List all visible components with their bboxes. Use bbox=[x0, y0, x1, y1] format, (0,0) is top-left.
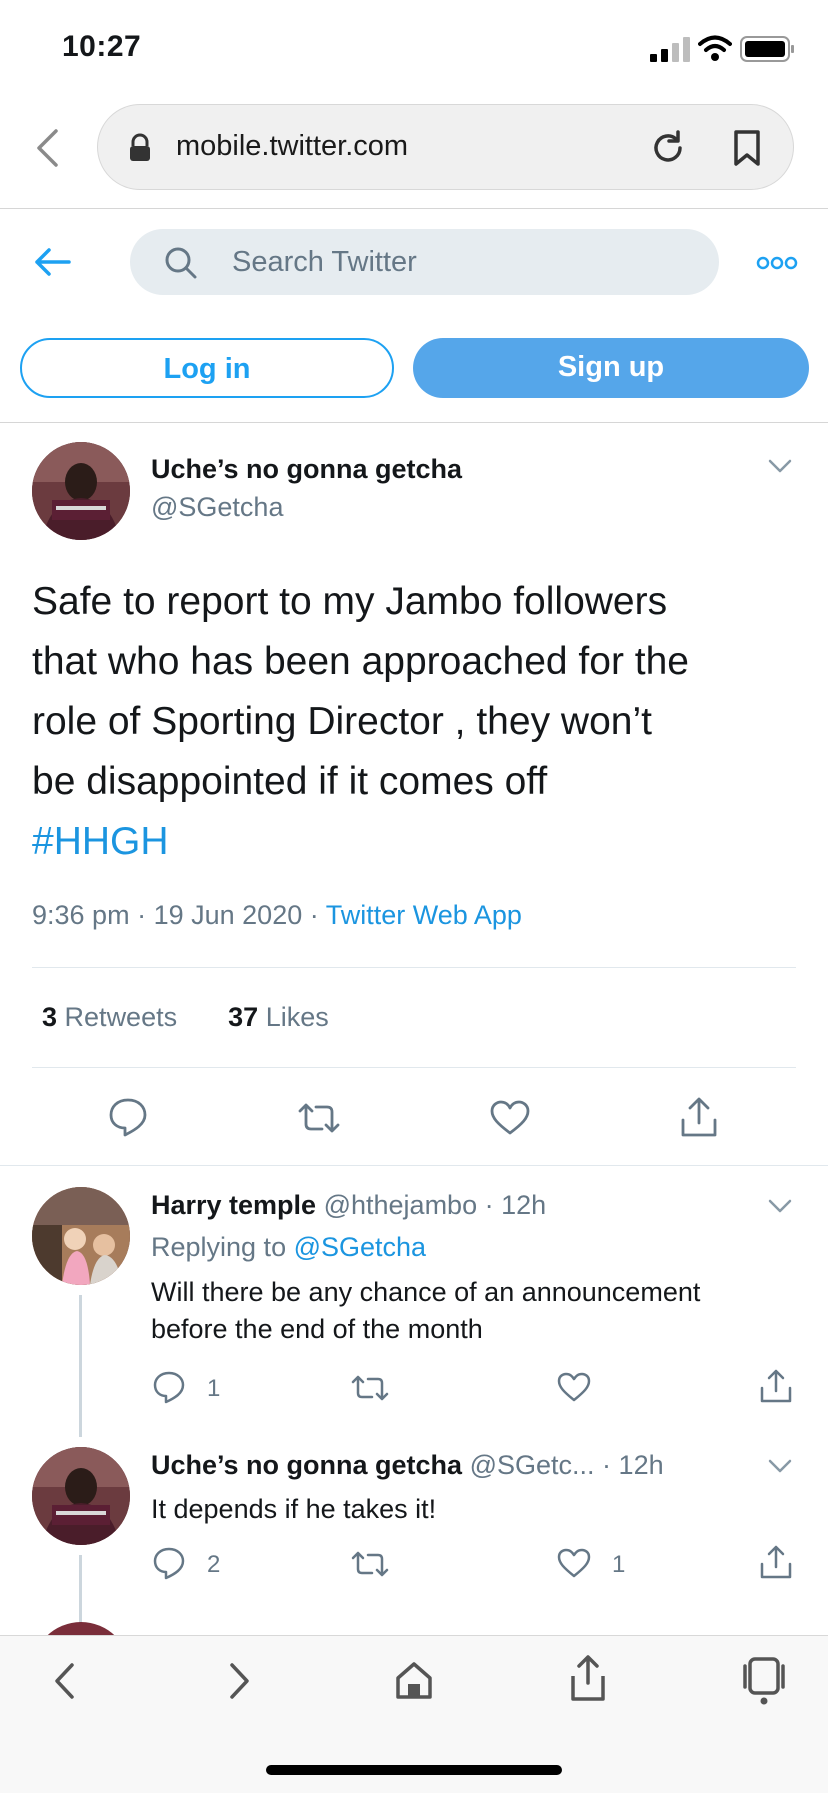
share-icon[interactable] bbox=[679, 1096, 719, 1138]
divider bbox=[0, 422, 828, 423]
likes-stat[interactable]: 37 Likes bbox=[228, 1002, 329, 1032]
tweet-text-line: be disappointed if it comes off bbox=[32, 760, 548, 803]
browser-back-icon[interactable] bbox=[52, 1662, 76, 1700]
back-arrow-icon[interactable] bbox=[33, 246, 71, 278]
reply-icon[interactable] bbox=[152, 1546, 186, 1580]
like-icon[interactable] bbox=[490, 1100, 530, 1136]
tweet-display-name[interactable]: Uche’s no gonna getcha bbox=[151, 454, 462, 485]
divider bbox=[32, 1067, 796, 1068]
reply-text: It depends if he takes it! bbox=[151, 1494, 437, 1524]
reload-icon[interactable] bbox=[650, 130, 686, 166]
bookmark-icon[interactable] bbox=[733, 130, 761, 166]
avatar-photo bbox=[32, 1187, 130, 1285]
cellular-signal-icon bbox=[650, 37, 690, 62]
chevron-down-icon[interactable] bbox=[767, 1458, 793, 1474]
reply-handle[interactable]: @hthejambo bbox=[324, 1190, 478, 1220]
next-reply-avatar bbox=[32, 1622, 130, 1636]
reply-text: Will there be any chance of an announcem… bbox=[151, 1277, 701, 1344]
avatar[interactable] bbox=[32, 1447, 130, 1545]
tweet-text-line: that who has been approached for the bbox=[32, 640, 689, 683]
signup-button[interactable]: Sign up bbox=[413, 338, 809, 398]
like-count: 1 bbox=[612, 1551, 626, 1578]
share-icon[interactable] bbox=[759, 1368, 793, 1404]
tweet-meta: 9:36 pm · 19 Jun 2020 · Twitter Web App bbox=[32, 900, 522, 930]
reply-age[interactable]: 12h bbox=[619, 1450, 664, 1480]
retweets-stat[interactable]: 3 Retweets bbox=[42, 1002, 177, 1032]
browser-back-icon[interactable] bbox=[34, 128, 60, 168]
search-placeholder[interactable]: Search Twitter bbox=[232, 246, 417, 279]
divider bbox=[32, 967, 796, 968]
reply-icon[interactable] bbox=[108, 1097, 148, 1137]
chevron-down-icon[interactable] bbox=[767, 458, 793, 474]
tabs-icon[interactable] bbox=[742, 1656, 786, 1706]
chevron-down-icon[interactable] bbox=[767, 1198, 793, 1214]
battery-icon bbox=[740, 36, 794, 62]
reply-display-name[interactable]: Harry temple bbox=[151, 1190, 316, 1220]
reply-header: Harry temple @hthejambo · 12h bbox=[151, 1190, 547, 1220]
home-indicator bbox=[266, 1765, 562, 1775]
avatar-photo bbox=[32, 442, 130, 540]
reply-display-name[interactable]: Uche’s no gonna getcha bbox=[151, 1450, 462, 1480]
share-icon[interactable] bbox=[569, 1654, 607, 1702]
home-icon[interactable] bbox=[394, 1660, 434, 1700]
url-text[interactable]: mobile.twitter.com bbox=[176, 130, 408, 163]
status-time: 10:27 bbox=[62, 30, 142, 63]
retweet-icon[interactable] bbox=[350, 1550, 390, 1578]
tweet-time[interactable]: 9:36 pm bbox=[32, 900, 130, 930]
tweet-source-link[interactable]: Twitter Web App bbox=[326, 900, 522, 930]
tweet-text-line: role of Sporting Director , they won’t bbox=[32, 700, 652, 743]
hashtag-link[interactable]: #HHGH bbox=[32, 812, 802, 872]
reply-header: Uche’s no gonna getcha @SGetc... · 12h bbox=[151, 1450, 664, 1480]
retweet-icon[interactable] bbox=[296, 1102, 342, 1134]
like-icon[interactable] bbox=[557, 1548, 591, 1578]
divider bbox=[0, 208, 828, 209]
tweet-handle[interactable]: @SGetcha bbox=[151, 492, 283, 523]
thread-line bbox=[79, 1295, 82, 1437]
login-button[interactable]: Log in bbox=[20, 338, 394, 398]
share-icon[interactable] bbox=[759, 1544, 793, 1580]
divider bbox=[0, 1165, 828, 1166]
search-input[interactable] bbox=[130, 229, 719, 295]
reply-count: 2 bbox=[207, 1551, 221, 1578]
reply-icon[interactable] bbox=[152, 1370, 186, 1404]
reply-handle[interactable]: @SGetc... bbox=[470, 1450, 595, 1480]
more-options-icon[interactable] bbox=[756, 255, 798, 271]
tweet-text: Safe to report to my Jambo followers tha… bbox=[32, 572, 802, 872]
lock-icon bbox=[130, 133, 150, 161]
reply-count: 1 bbox=[207, 1375, 221, 1402]
replying-to-link[interactable]: @SGetcha bbox=[294, 1232, 426, 1262]
reply-age[interactable]: 12h bbox=[501, 1190, 546, 1220]
avatar-photo bbox=[32, 1447, 130, 1545]
avatar[interactable] bbox=[32, 442, 130, 540]
avatar[interactable] bbox=[32, 1187, 130, 1285]
replying-to: Replying to @SGetcha bbox=[151, 1232, 427, 1262]
like-icon[interactable] bbox=[557, 1372, 591, 1402]
browser-forward-icon[interactable] bbox=[228, 1662, 252, 1700]
retweet-icon[interactable] bbox=[350, 1374, 390, 1402]
search-icon bbox=[165, 247, 197, 279]
wifi-icon bbox=[698, 35, 732, 61]
tweet-stats: 3 Retweets 37 Likes bbox=[42, 1002, 329, 1033]
tweet-text-line: Safe to report to my Jambo followers bbox=[32, 580, 668, 623]
tweet-date[interactable]: 19 Jun 2020 bbox=[154, 900, 303, 930]
